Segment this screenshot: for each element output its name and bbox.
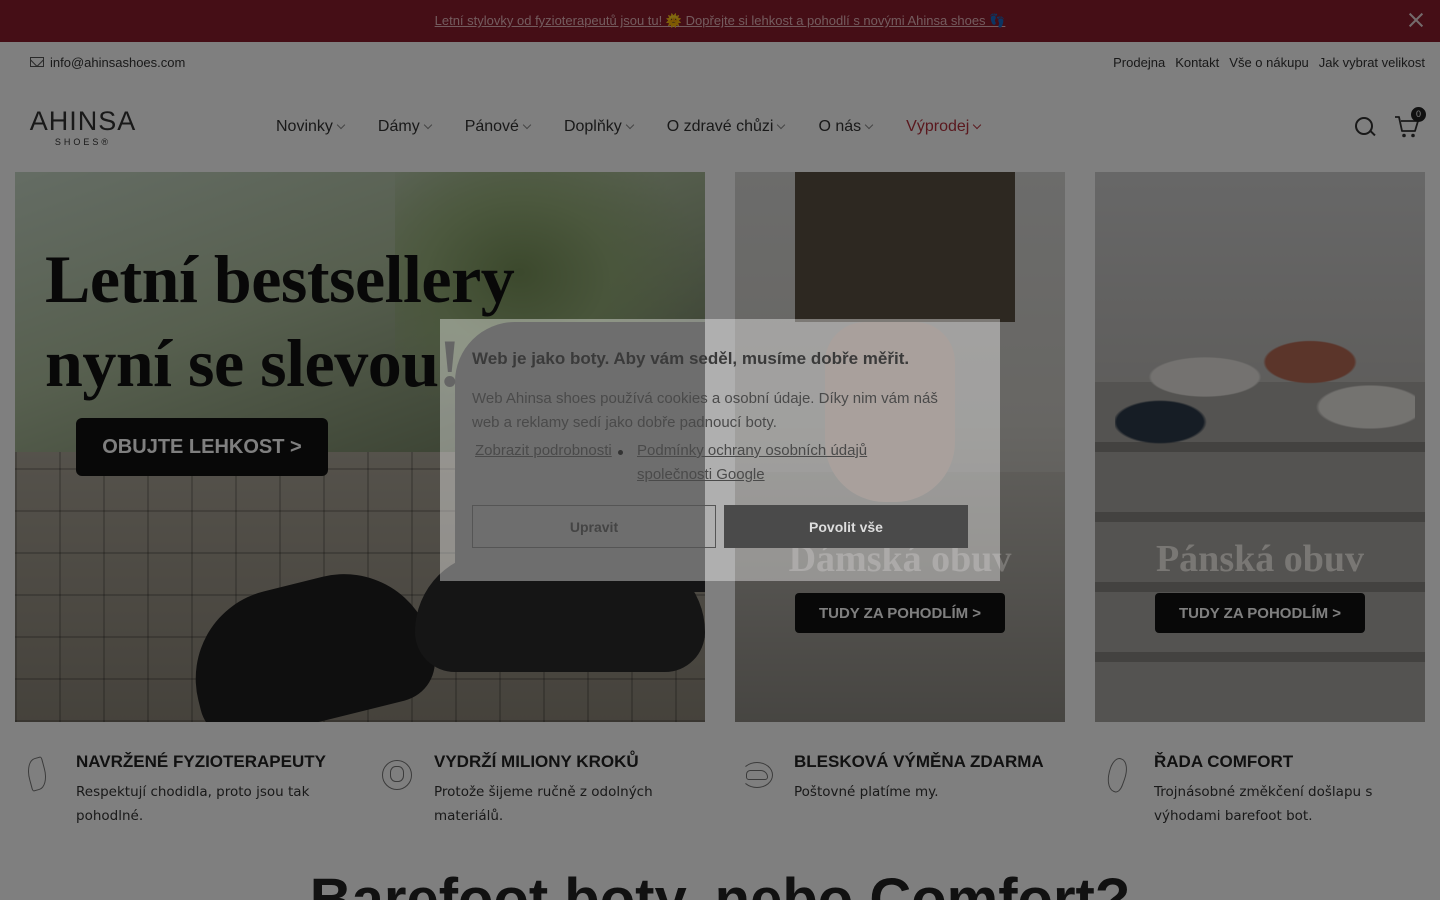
cookie-accept-all-button[interactable]: Povolit vše (724, 505, 968, 548)
cookie-text: Web Ahinsa shoes používá cookies a osobn… (472, 390, 938, 431)
cookie-edit-button[interactable]: Upravit (472, 505, 716, 548)
cookie-links: Zobrazit podrobnosti Podmínky ochrany os… (472, 439, 968, 487)
cookie-buttons: Upravit Povolit vše (472, 505, 968, 548)
cookie-details-link[interactable]: Zobrazit podrobnosti (475, 439, 625, 487)
cookie-dialog: Web je jako boty. Aby vám seděl, musíme … (440, 319, 1000, 581)
google-privacy-link[interactable]: Podmínky ochrany osobních údajů společno… (618, 439, 927, 487)
cookie-title: Web je jako boty. Aby vám seděl, musíme … (472, 349, 910, 368)
